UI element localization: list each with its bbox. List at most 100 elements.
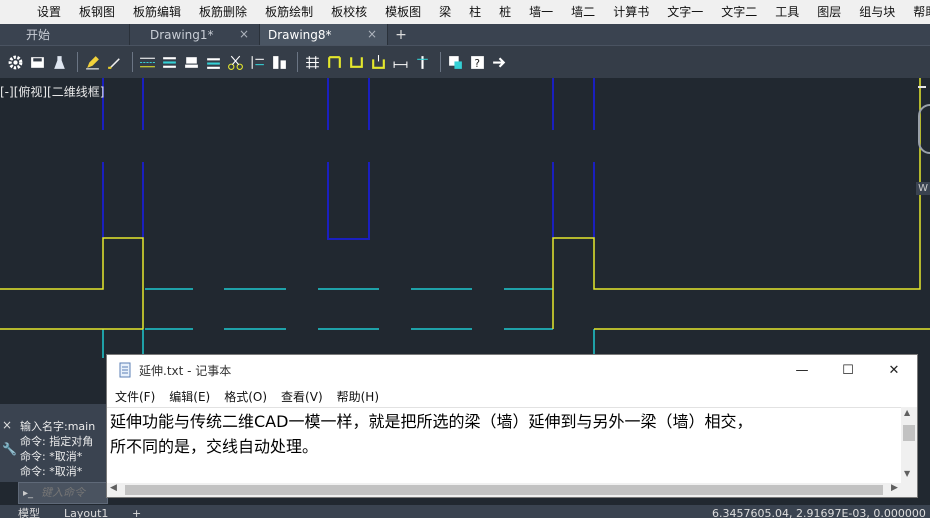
vertical-scrollbar[interactable]: ▲ ▼ [901,407,917,485]
horizontal-scrollbar[interactable]: ◀ ▶ [107,483,917,497]
scroll-down-icon[interactable]: ▼ [904,469,910,478]
viewport-label[interactable]: [-][俯视][二维线框] [0,83,104,100]
drawing-toolbar: ? [0,45,930,78]
menu-item[interactable]: 桩 [490,0,520,24]
arrow-right-icon[interactable] [490,53,509,72]
scroll-up-icon[interactable]: ▲ [904,408,910,417]
menu-item[interactable]: 计算书 [604,0,658,24]
menu-item[interactable]: 文字一 [658,0,712,24]
notepad-menu-item[interactable]: 文件(F) [115,388,155,405]
svg-text:?: ? [474,56,480,69]
command-history: 输入名字:main 命令: 指定对角 命令: *取消* 命令: *取消* [20,419,108,479]
command-history-panel: × 🔧 输入名字:main 命令: 指定对角 命令: *取消* 命令: *取消* [0,404,108,482]
save-icon[interactable] [28,53,47,72]
notepad-text-area[interactable]: 延伸功能与传统二维CAD一模一样，就是把所选的梁（墙）延伸到与另外一梁（墙）相交… [107,407,901,485]
bracket-icon[interactable] [325,53,344,72]
menu-item[interactable]: 板筋绘制 [256,0,322,24]
notepad-title: 延伸.txt - 记事本 [139,363,232,378]
coordinate-readout: 6.3457605.04, 2.91697E-03, 0.000000 [712,507,926,518]
command-input-box[interactable]: ▸_ [18,482,108,504]
text-edit-icon[interactable] [270,53,289,72]
toolbar-separator [297,52,298,72]
beam-u-icon[interactable] [347,53,366,72]
menu-item[interactable]: 板钢图 [70,0,124,24]
close-icon: ✕ [888,362,900,378]
vertical-scroll-thumb[interactable] [903,425,915,441]
scroll-right-icon[interactable]: ▶ [891,483,898,493]
new-tab-button[interactable]: + [388,24,414,45]
menu-item[interactable]: 墙一 [520,0,562,24]
menu-item[interactable]: 模板图 [376,0,430,24]
notepad-text[interactable]: 延伸功能与传统二维CAD一模一样，就是把所选的梁（墙）延伸到与另外一梁（墙）相交… [110,409,898,459]
gear-icon[interactable] [6,53,25,72]
close-icon[interactable]: × [2,418,12,432]
menu-item[interactable]: 文字二 [712,0,766,24]
command-line: 输入名字:main [20,420,96,433]
tab-drawing8[interactable]: Drawing8* × [260,24,388,45]
menu-item[interactable]: 柱 [460,0,490,24]
grid-icon[interactable] [303,53,322,72]
menu-bar: 设置 板钢图 板筋编辑 板筋删除 板筋绘制 板校核 模板图梁柱桩墙一 墙二 计算书 文字一 文字二工… [0,0,930,24]
scissors-icon[interactable] [226,53,245,72]
menu-item[interactable]: 组与块 [850,0,904,24]
tab-drawing1-label: Drawing1* [150,27,214,42]
dimension-icon[interactable] [391,53,410,72]
notepad-icon [119,362,131,378]
pin-icon[interactable] [413,53,432,72]
notepad-menu-item[interactable]: 编辑(E) [169,388,210,405]
tab-model[interactable]: 模型 [18,508,40,518]
horizontal-scroll-thumb[interactable] [125,485,883,495]
viewcube-label[interactable]: W [916,182,930,195]
tab-drawing1-close-icon[interactable]: × [239,27,249,41]
notepad-window[interactable]: 延伸.txt - 记事本 — ☐ ✕ 文件(F) 编辑(E) 格式(O) 查看(V) 帮… [106,354,918,498]
grid-dots-icon[interactable] [160,53,179,72]
menu-item[interactable]: 板筋编辑 [124,0,190,24]
export-icon[interactable] [446,53,465,72]
add-layout-button[interactable]: + [132,508,141,518]
command-line: 命令: *取消* [20,450,83,463]
plus-icon: + [395,26,407,43]
menu-item[interactable]: 帮助 [904,0,930,24]
command-prompt-icon[interactable]: ▸_ [23,488,33,499]
brush-icon[interactable] [105,53,124,72]
wrench-icon[interactable]: 🔧 [2,442,17,456]
menu-item[interactable]: 板校核 [322,0,376,24]
stamp-icon[interactable] [182,53,201,72]
pencil-icon[interactable] [83,53,102,72]
list-icon[interactable] [204,53,223,72]
viewcube-icon[interactable] [918,104,930,154]
document-tab-bar: 开始 Drawing1* × Drawing8* × + [0,24,930,45]
toolbar-separator [77,52,78,72]
command-line: 命令: *取消* [20,465,83,478]
beam-line [327,162,370,240]
notepad-menu-item[interactable]: 查看(V) [281,388,323,405]
menu-item[interactable]: 设置 [28,0,70,24]
lines-icon[interactable] [138,53,157,72]
menu-item[interactable]: 工具 [766,0,808,24]
menu-item[interactable]: 梁 [430,0,460,24]
flask-icon[interactable] [50,53,69,72]
toolbar-separator [440,52,441,72]
tab-start-label: 开始 [26,28,51,42]
notepad-menu-item[interactable]: 格式(O) [224,388,267,405]
viewport-minimize-icon[interactable] [918,86,926,88]
minimize-icon: — [795,362,809,378]
maximize-button[interactable]: ☐ [825,355,871,385]
tab-layout1[interactable]: Layout1 [64,508,108,518]
menu-item[interactable]: 图层 [808,0,850,24]
notepad-menu-item[interactable]: 帮助(H) [337,388,379,405]
minimize-button[interactable]: — [779,355,825,385]
close-button[interactable]: ✕ [871,355,917,385]
tab-drawing1[interactable]: Drawing1* × [130,24,260,45]
tab-drawing8-close-icon[interactable]: × [367,27,377,41]
scroll-left-icon[interactable]: ◀ [110,483,117,493]
align-icon[interactable] [248,53,267,72]
maximize-icon: ☐ [842,362,854,378]
menu-item[interactable]: 墙二 [562,0,604,24]
menu-item[interactable]: 板筋删除 [190,0,256,24]
beam-down-icon[interactable] [369,53,388,72]
command-input[interactable] [41,487,102,499]
help-icon[interactable]: ? [468,53,487,72]
toolbar-separator [132,52,133,72]
tab-start[interactable]: 开始 [0,24,130,45]
